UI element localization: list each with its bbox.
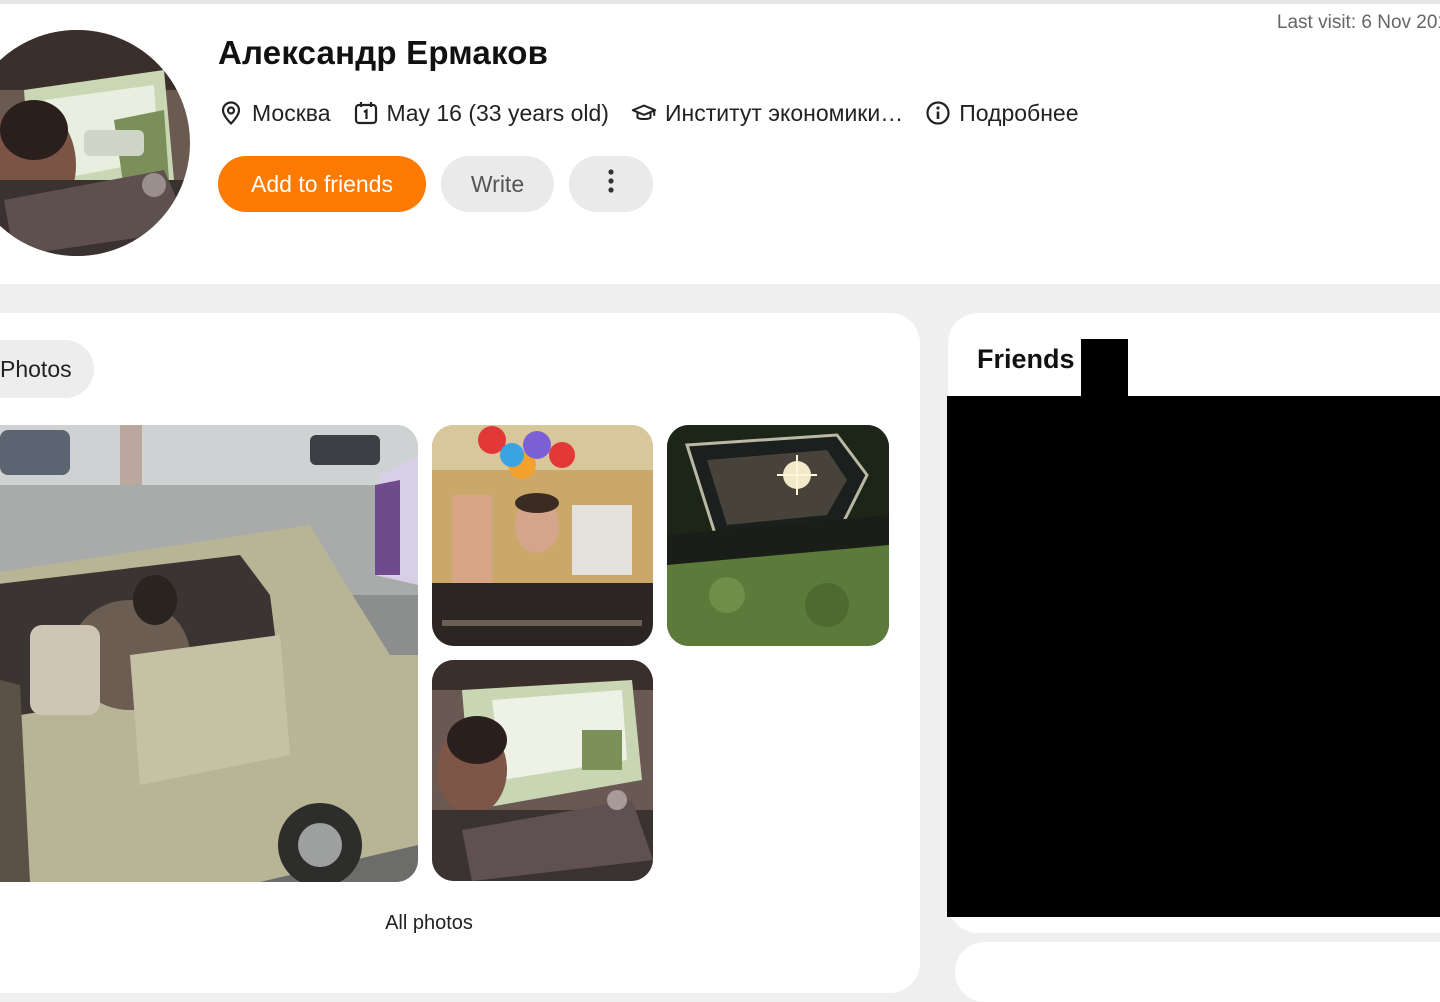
friends-title: Friends xyxy=(977,344,1075,374)
redaction-block xyxy=(1081,339,1128,399)
location-pin-icon xyxy=(218,100,244,126)
last-visit: Last visit: 6 Nov 201 xyxy=(1276,12,1440,33)
profile-name: Александр Ермаков xyxy=(218,34,549,71)
city-label: Москва xyxy=(252,99,331,126)
birthday-label: May 16 (33 years old) xyxy=(386,99,609,126)
photo-large-convertible[interactable] xyxy=(0,425,418,882)
profile-header xyxy=(0,4,1440,284)
graduation-cap-icon xyxy=(631,100,657,126)
next-card xyxy=(955,942,1440,1002)
education-item: Институт экономики… xyxy=(631,100,903,127)
add-to-friends-button[interactable]: Add to friends xyxy=(218,156,426,212)
education-label: Институт экономики… xyxy=(664,99,904,126)
city-item: Москва xyxy=(218,100,331,127)
birthday-item: May 16 (33 years old) xyxy=(353,100,609,127)
vertical-dots-icon xyxy=(607,168,615,200)
profile-info-row: Москва May 16 (33 years old) Институт эк… xyxy=(218,96,1079,130)
info-icon xyxy=(925,100,951,126)
profile-actions: Add to friends Write xyxy=(218,156,653,212)
photo-office-balloons[interactable] xyxy=(432,425,653,646)
photo-driver[interactable] xyxy=(432,660,653,881)
tab-photos[interactable]: Photos xyxy=(0,340,94,398)
more-actions-button[interactable] xyxy=(569,156,653,212)
redaction-block xyxy=(947,396,1440,917)
more-info-label: Подробнее xyxy=(959,99,1079,126)
write-button[interactable]: Write xyxy=(441,156,554,212)
calendar-icon xyxy=(353,100,379,126)
all-photos-link[interactable]: All photos xyxy=(0,912,858,935)
photo-side-mirror[interactable] xyxy=(667,425,889,646)
more-info-link[interactable]: Подробнее xyxy=(925,99,1079,127)
